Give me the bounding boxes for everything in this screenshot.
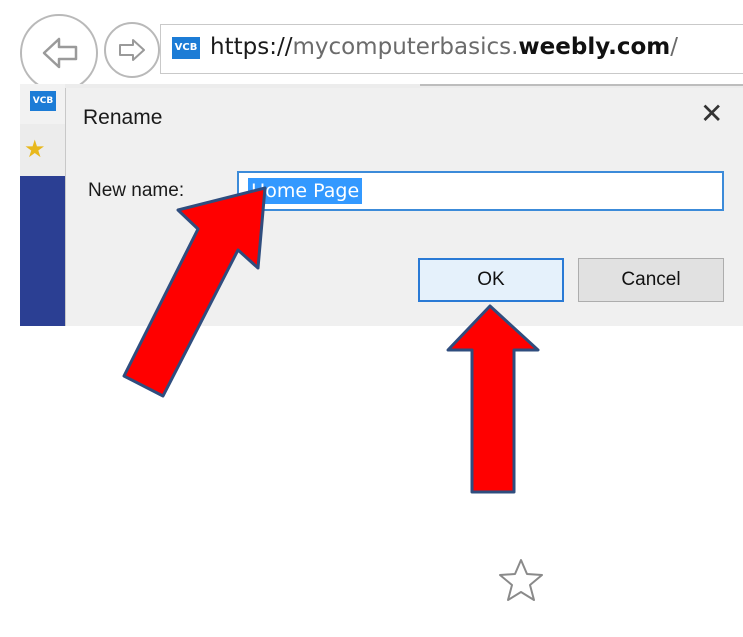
diagonal-arrow xyxy=(122,186,267,398)
star-outline-icon[interactable] xyxy=(497,557,545,603)
annotation-arrows xyxy=(122,186,540,494)
vertical-arrow xyxy=(446,304,540,494)
